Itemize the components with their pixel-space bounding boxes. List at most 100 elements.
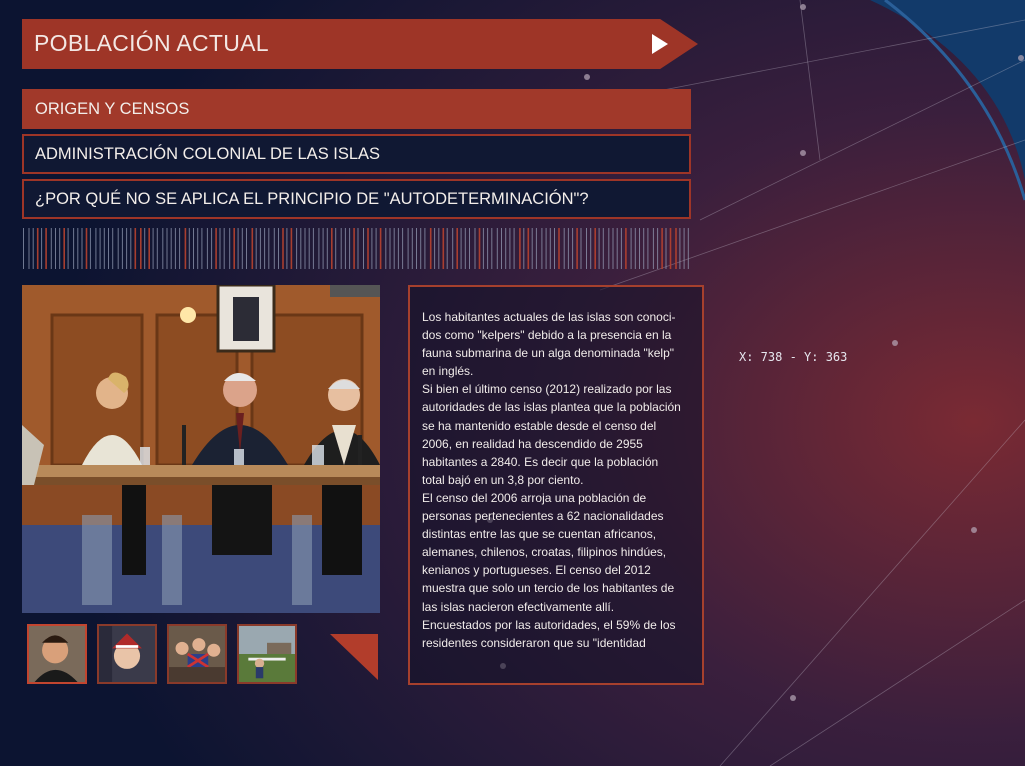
barcode-line [420,228,422,269]
barcode-line [304,228,306,269]
barcode-line [117,228,119,269]
barcode-line [389,228,391,269]
barcode-line [322,228,324,269]
barcode-line [259,228,261,269]
barcode-line [264,228,266,269]
barcode-line [367,228,369,269]
menu-item-administracion[interactable]: ADMINISTRACIÓN COLONIAL DE LAS ISLAS [22,134,691,174]
barcode-line [152,228,154,269]
page-title: POBLACIÓN ACTUAL [34,30,269,56]
menu-item-autodeterminacion[interactable]: ¿POR QUÉ NO SE APLICA EL PRINCIPIO DE "A… [22,179,691,219]
barcode-line [363,228,364,269]
barcode-line [634,228,636,269]
barcode-line [206,228,208,269]
gallery-thumbnail[interactable] [97,624,157,684]
barcode-line [89,228,91,269]
barcode-line [594,228,596,269]
barcode-line [496,228,498,269]
barcode-line [67,228,69,269]
barcode-line [687,228,689,269]
barcode-line [233,228,235,269]
barcode-line [300,228,302,269]
barcode-line [340,228,342,269]
barcode-line [669,228,672,269]
barcode-line [590,228,592,269]
barcode-line [353,228,355,269]
barcode-line [273,228,275,269]
barcode-line [134,228,137,269]
barcode-line [602,228,604,269]
barcode-line [683,228,685,269]
barcode-line [616,228,618,269]
barcode-line [424,228,426,269]
barcode-line [541,228,543,269]
gallery-thumbnail[interactable] [237,624,297,684]
barcode-line [452,228,454,269]
barcode-line [296,228,298,269]
barcode-line [144,228,146,269]
barcode-line [286,228,288,269]
barcode-line [608,228,610,269]
barcode-line [505,228,507,269]
barcode-line [647,228,649,269]
barcode-line [665,228,667,269]
barcode-line [290,228,293,269]
barcode-line [371,228,373,269]
barcode-line [55,228,56,269]
barcode-line [50,228,52,269]
next-arrow-icon[interactable] [330,634,378,680]
barcode-line [174,228,176,269]
barcode-line [162,228,164,269]
barcode-line [679,228,681,269]
barcode-line [23,228,24,269]
barcode-line [379,228,382,269]
barcode-line [36,228,39,269]
barcode-line [188,228,190,269]
barcode-line [278,228,279,269]
barcode-line [385,228,387,269]
barcode-line [268,228,270,269]
barcode-line [81,228,83,269]
barcode-line [237,228,239,269]
main-photo [22,285,380,613]
barcode-line [563,228,565,269]
barcode-line [130,228,132,269]
gallery-thumbnail[interactable] [167,624,227,684]
barcode-line [567,228,569,269]
barcode-line [625,228,627,269]
barcode-line [652,228,654,269]
barcode-line [554,228,555,269]
barcode-line [140,228,142,269]
barcode-line [215,228,217,269]
menu-item-origen[interactable]: ORIGEN Y CENSOS [22,89,691,129]
barcode-line [513,228,515,269]
barcode-line [241,228,243,269]
barcode-line [407,228,409,269]
barcode-line [326,228,328,269]
barcode-line [612,228,614,269]
barcode-line [643,228,645,269]
barcode-line [549,228,551,269]
barcode-line [108,228,109,269]
barcode-line [416,228,417,269]
barcode-line [580,228,582,269]
barcode-line [45,228,47,269]
barcode-line [63,228,65,269]
article-paragraph: Encuestados por las autoridades, el 59% … [422,617,676,650]
barcode-line [77,228,79,269]
barcode-line [318,228,320,269]
decorative-barcode-strip [23,228,689,269]
barcode-line [442,228,445,269]
barcode-line [586,228,587,269]
gallery-thumbnail[interactable] [27,624,87,684]
play-icon[interactable] [652,34,668,54]
barcode-line [170,228,172,269]
barcode-line [179,228,181,269]
barcode-line [527,228,530,269]
cursor-coordinates: X: 738 - Y: 363 [739,350,848,364]
barcode-line [393,228,395,269]
barcode-line [251,228,254,269]
barcode-line [474,228,476,269]
barcode-line [312,228,314,269]
barcode-line [535,228,537,269]
